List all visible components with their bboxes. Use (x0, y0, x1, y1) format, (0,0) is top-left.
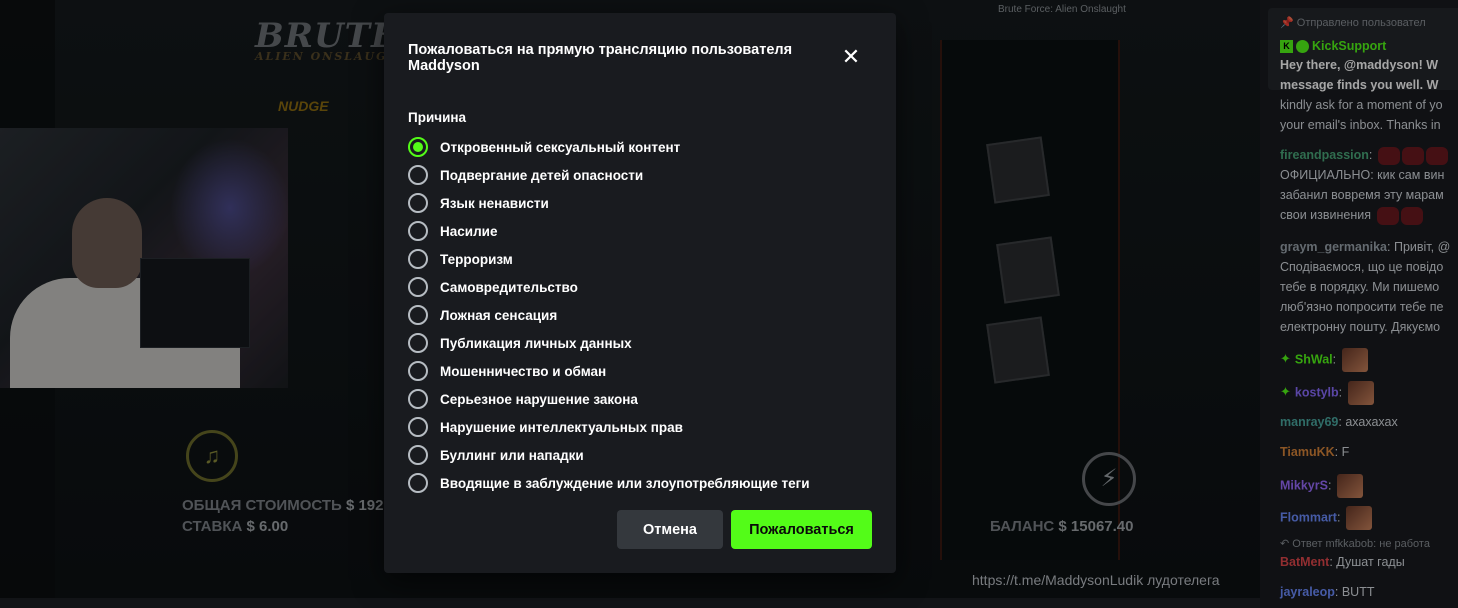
reason-option[interactable]: Мошенничество и обман (408, 357, 878, 385)
radio-button[interactable] (408, 333, 428, 353)
reason-option-label: Самовредительство (440, 279, 578, 295)
radio-button[interactable] (408, 389, 428, 409)
radio-button[interactable] (408, 305, 428, 325)
radio-button[interactable] (408, 277, 428, 297)
dialog-title: Пожаловаться на прямую трансляцию пользо… (408, 42, 793, 74)
reason-option-label: Язык ненависти (440, 195, 549, 211)
reason-option[interactable]: Откровенный сексуальный контент (408, 133, 878, 161)
reason-option[interactable]: Терроризм (408, 245, 878, 273)
radio-button[interactable] (408, 473, 428, 493)
radio-button[interactable] (408, 137, 428, 157)
reason-option[interactable]: Серьезное нарушение закона (408, 385, 878, 413)
reason-option-label: Ложная сенсация (440, 307, 558, 323)
reason-option-label: Терроризм (440, 251, 513, 267)
reason-label: Причина (408, 110, 467, 125)
reason-option-label: Мошенничество и обман (440, 363, 607, 379)
reason-option-label: Серьезное нарушение закона (440, 391, 638, 407)
reason-option[interactable]: Насилие (408, 217, 878, 245)
reason-option-label: Вводящие в заблуждение или злоупотребляю… (440, 475, 810, 491)
radio-button[interactable] (408, 249, 428, 269)
reason-option-label: Буллинг или нападки (440, 447, 584, 463)
radio-button[interactable] (408, 193, 428, 213)
reason-option[interactable]: Нарушение интеллектуальных прав (408, 413, 878, 441)
radio-button[interactable] (408, 165, 428, 185)
reason-options: Откровенный сексуальный контент Подверган… (408, 133, 878, 497)
radio-button[interactable] (408, 221, 428, 241)
reason-option[interactable]: Ложная сенсация (408, 301, 878, 329)
reason-option-label: Насилие (440, 223, 498, 239)
reason-option[interactable]: Подвергание детей опасности (408, 161, 878, 189)
reason-option[interactable]: Самовредительство (408, 273, 878, 301)
reason-option[interactable]: Вводящие в заблуждение или злоупотребляю… (408, 469, 878, 497)
reason-option-label: Публикация личных данных (440, 335, 632, 351)
radio-button[interactable] (408, 417, 428, 437)
cancel-button[interactable]: Отмена (617, 510, 723, 549)
reason-option[interactable]: Буллинг или нападки (408, 441, 878, 469)
report-button[interactable]: Пожаловаться (731, 510, 872, 549)
reason-option-label: Подвергание детей опасности (440, 167, 644, 183)
reason-option-label: Нарушение интеллектуальных прав (440, 419, 683, 435)
close-icon[interactable]: ✕ (840, 46, 862, 68)
reason-option-label: Откровенный сексуальный контент (440, 139, 681, 155)
radio-button[interactable] (408, 361, 428, 381)
reason-option[interactable]: Публикация личных данных (408, 329, 878, 357)
radio-button[interactable] (408, 445, 428, 465)
report-dialog: Пожаловаться на прямую трансляцию пользо… (384, 13, 896, 573)
reason-option[interactable]: Язык ненависти (408, 189, 878, 217)
